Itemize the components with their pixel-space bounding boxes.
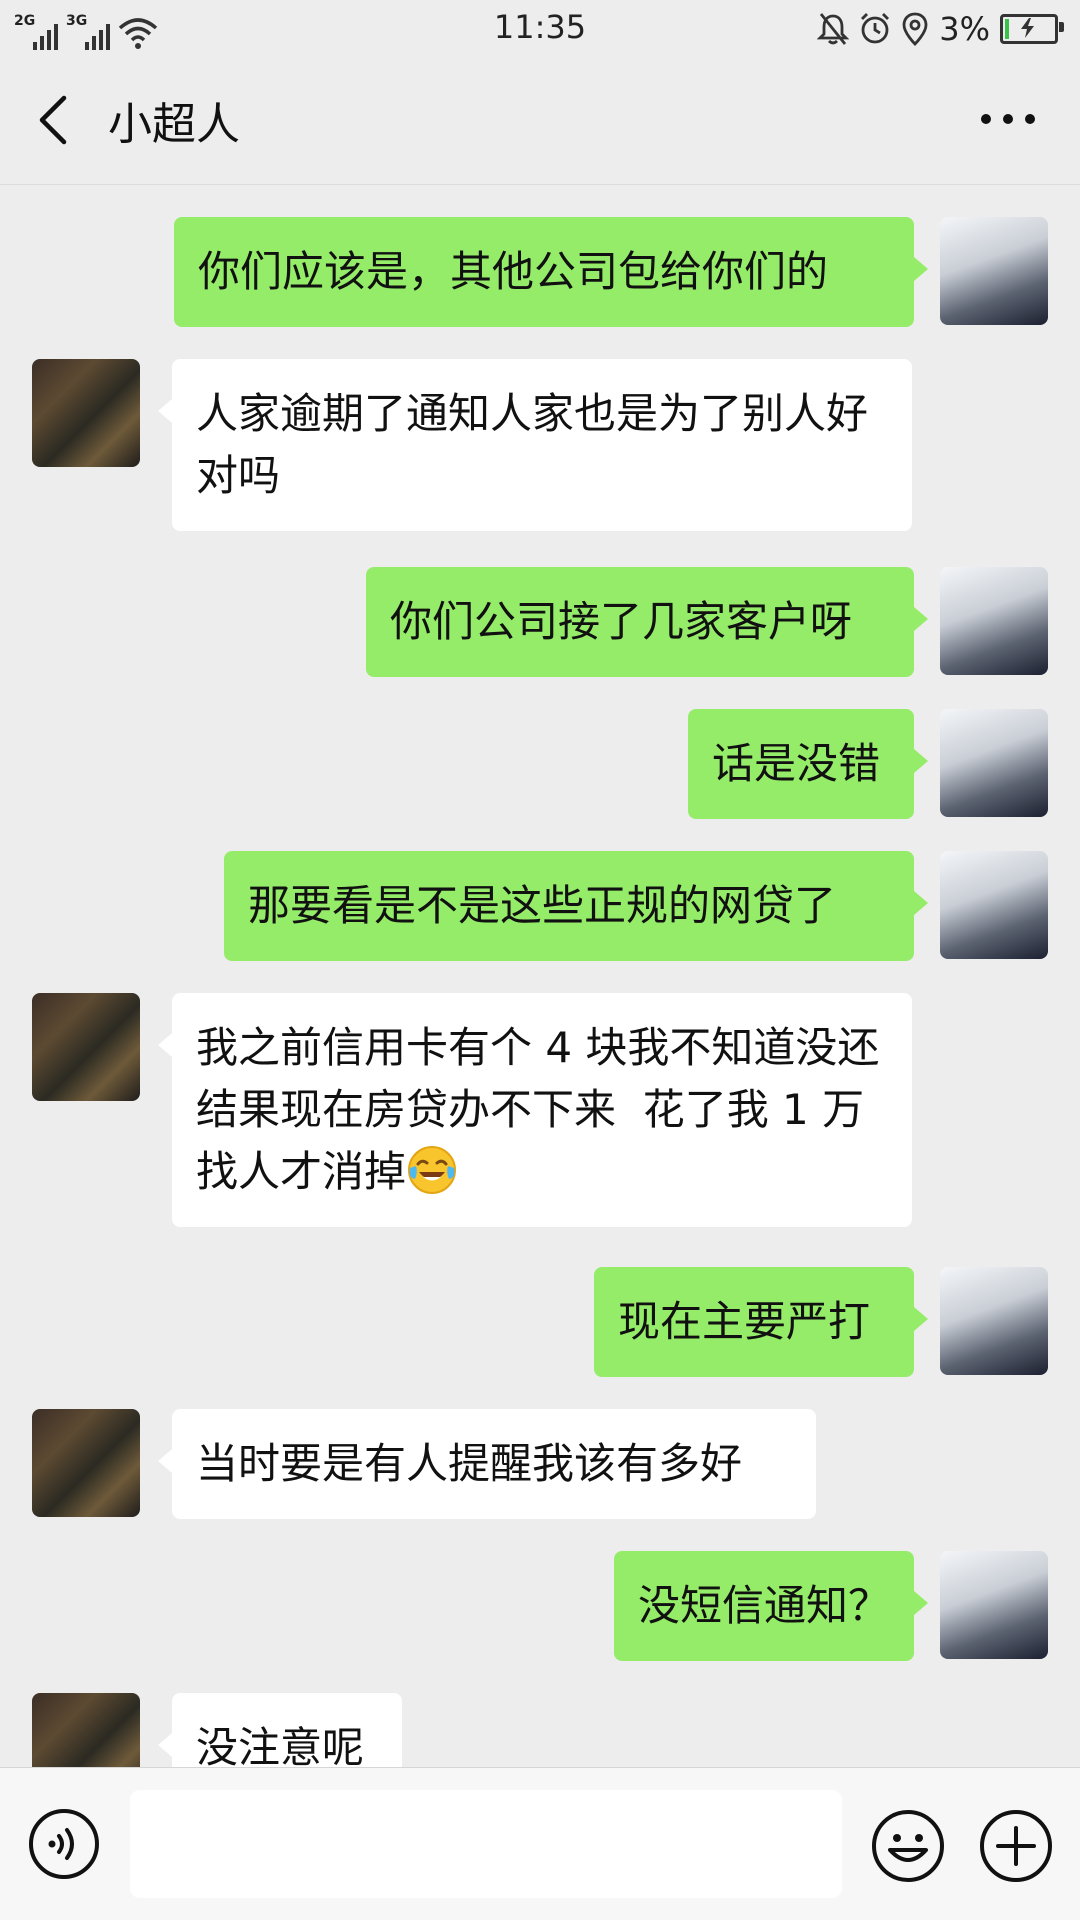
alarm-icon <box>861 13 890 44</box>
voice-icon[interactable] <box>28 1808 100 1880</box>
avatar-me[interactable] <box>940 1267 1048 1375</box>
message-bubble[interactable]: 话是没错 <box>688 709 928 819</box>
message-input[interactable] <box>130 1790 842 1898</box>
message-bubble[interactable]: 没短信通知？ <box>614 1551 928 1661</box>
chevron-left-icon[interactable] <box>30 92 80 148</box>
message-bubble[interactable]: 现在主要严打 <box>594 1267 928 1377</box>
chat-header: 小超人 <box>0 58 1080 185</box>
avatar-contact[interactable] <box>32 359 140 467</box>
battery-percent: 3% <box>939 10 990 48</box>
avatar-me[interactable] <box>940 709 1048 817</box>
avatar-me[interactable] <box>940 567 1048 675</box>
message-bubble[interactable]: 我之前信用卡有个 4 块我不知道没还 结果现在房贷办不下来 花了我 1 万找人才… <box>158 993 912 1227</box>
smiley-icon[interactable] <box>870 1808 946 1884</box>
message-bubble[interactable]: 那要看是不是这些正规的网贷了 <box>224 851 928 961</box>
message-bubble[interactable]: 你们应该是，其他公司包给你们的 <box>174 217 928 327</box>
message-bubble[interactable]: 你们公司接了几家客户呀 <box>366 567 928 677</box>
face-with-tears-of-joy-emoji <box>408 1146 457 1194</box>
avatar-contact[interactable] <box>32 1409 140 1517</box>
chat-title: 小超人 <box>108 99 240 150</box>
message-bubble[interactable]: 当时要是有人提醒我该有多好 <box>158 1409 816 1519</box>
message-list[interactable]: 你们应该是，其他公司包给你们的 人家逾期了通知人家也是为了别人好对吗 你们公司接… <box>0 185 1080 1767</box>
avatar-contact[interactable] <box>32 1693 140 1767</box>
location-icon <box>902 12 928 46</box>
avatar-contact[interactable] <box>32 993 140 1101</box>
plus-icon[interactable] <box>978 1808 1054 1884</box>
status-bar: 2G 3G 11:35 3% <box>0 0 1080 58</box>
input-bar <box>0 1767 1080 1920</box>
chat-screen: 2G 3G 11:35 3% 小超人 你们应该是，其他公司包给你们的 人家逾期了… <box>0 0 1080 1920</box>
avatar-me[interactable] <box>940 851 1048 959</box>
message-text: 我之前信用卡有个 4 块我不知道没还 结果现在房贷办不下来 花了我 1 万找人才… <box>196 1023 907 1196</box>
avatar-me[interactable] <box>940 1551 1048 1659</box>
battery-charging-icon <box>1000 14 1064 44</box>
status-right: 3% <box>817 8 1066 50</box>
mute-bell-icon <box>817 13 850 45</box>
more-dots-icon[interactable] <box>976 94 1040 144</box>
message-bubble[interactable]: 人家逾期了通知人家也是为了别人好对吗 <box>158 359 912 531</box>
avatar-me[interactable] <box>940 217 1048 325</box>
message-bubble[interactable]: 没注意呢 <box>158 1693 402 1767</box>
